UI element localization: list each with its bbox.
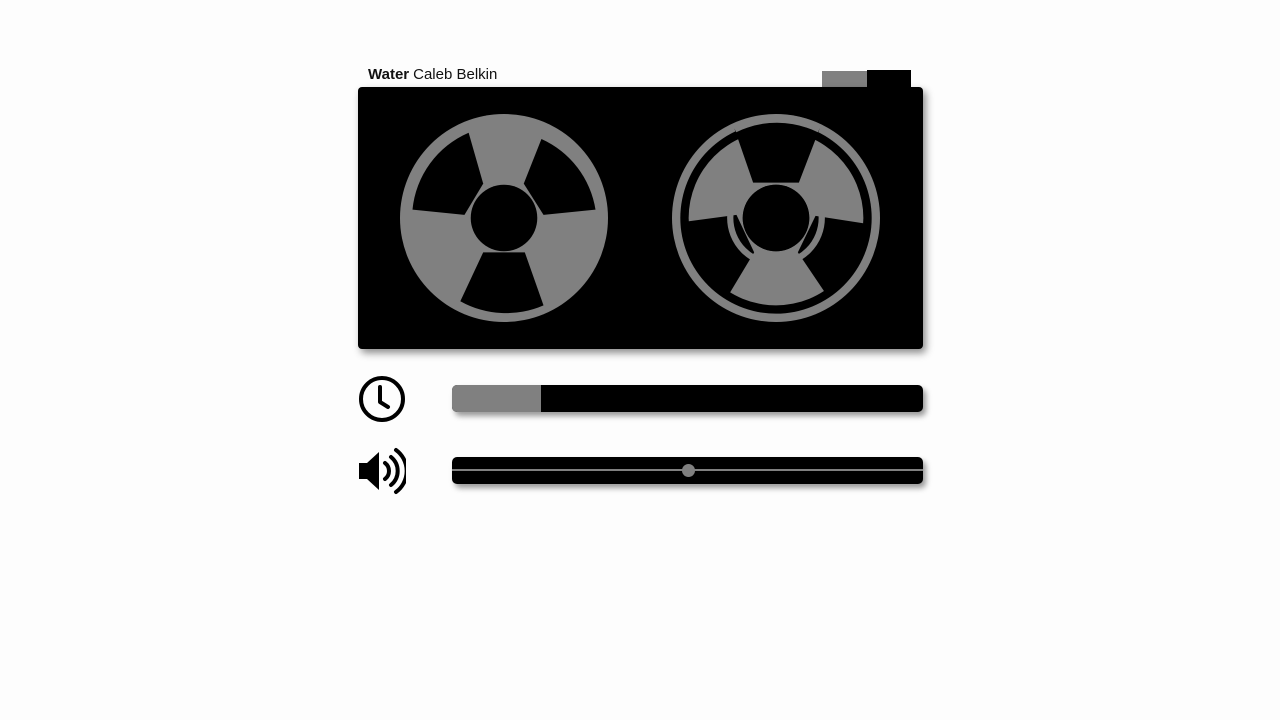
track-artist: Caleb Belkin <box>413 66 498 83</box>
time-row <box>358 376 923 424</box>
speaker-volume-icon <box>359 448 406 494</box>
view-tabs <box>822 70 911 88</box>
right-reel-icon <box>672 114 880 322</box>
tab-left[interactable] <box>822 71 867 88</box>
track-title: Water <box>368 66 410 83</box>
cassette-display <box>358 87 923 349</box>
volume-row <box>358 447 923 495</box>
volume-slider-thumb[interactable] <box>681 464 695 477</box>
volume-slider[interactable] <box>452 457 923 484</box>
track-info: Water Caleb Belkin <box>368 66 497 84</box>
playback-progress-bar[interactable] <box>452 385 923 412</box>
left-reel-icon <box>400 114 608 322</box>
clock-icon <box>359 376 405 422</box>
playback-progress-fill <box>452 385 542 412</box>
tab-right[interactable] <box>867 70 911 87</box>
